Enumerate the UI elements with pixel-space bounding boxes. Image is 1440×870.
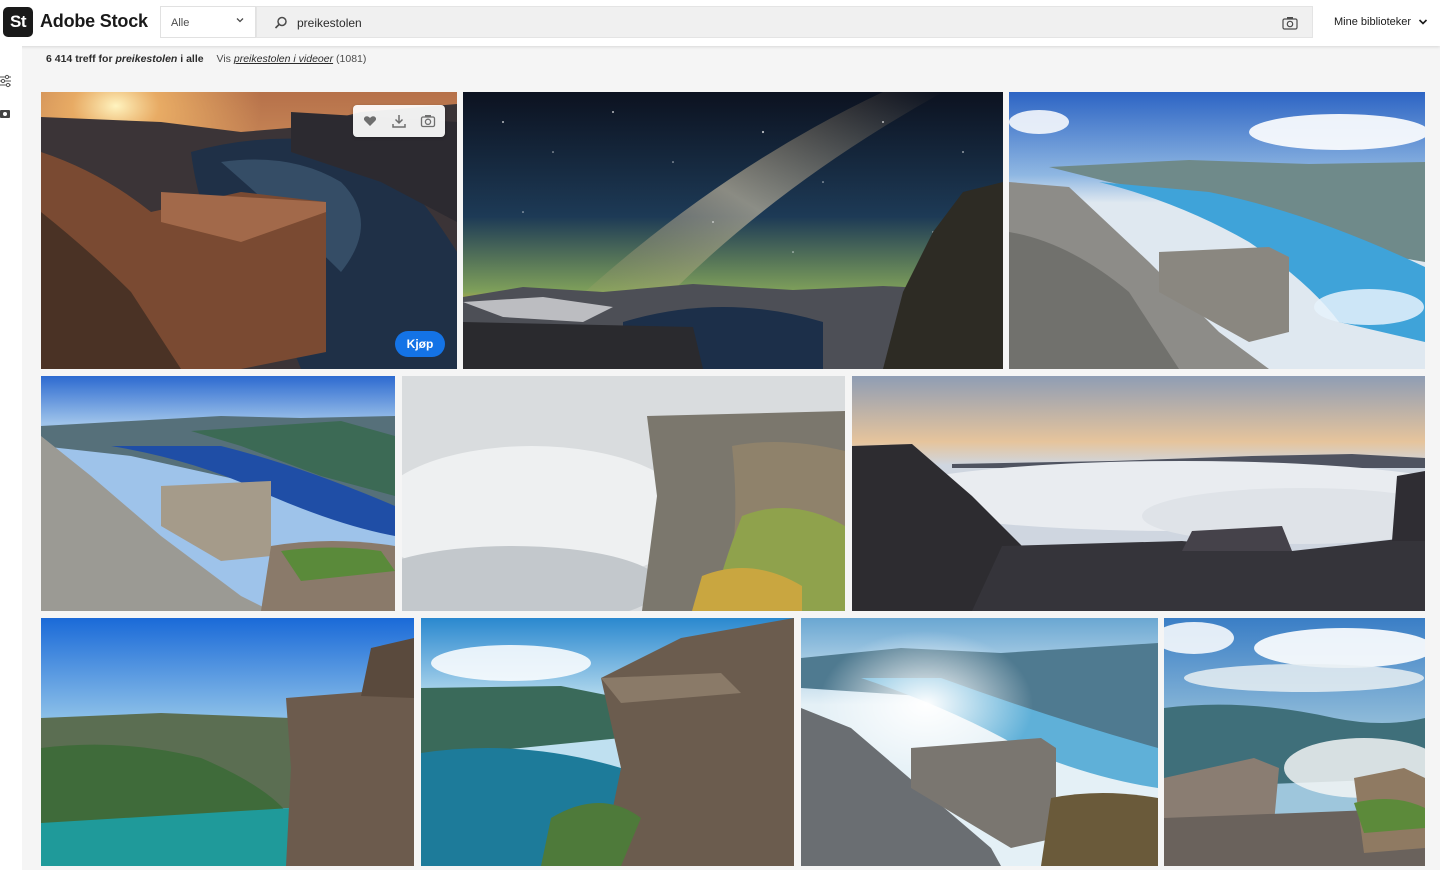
result-image-3[interactable] [1009,92,1425,369]
result-image-10[interactable] [1164,618,1425,866]
image-preview [463,92,1003,369]
result-image-2[interactable] [463,92,1003,369]
result-image-8[interactable] [421,618,794,866]
search-scope-label: Alle [171,17,190,29]
video-results-link[interactable]: preikestolen i videoer [234,53,333,65]
my-libraries-menu[interactable]: Mine biblioteker [1334,16,1428,28]
chevron-down-icon [1419,19,1428,25]
brand-name[interactable]: Adobe Stock [40,11,148,32]
search-bar [256,6,1313,38]
adobe-stock-logo[interactable]: St [3,7,33,37]
my-libraries-label: Mine biblioteker [1334,16,1412,28]
buy-button[interactable]: Kjøp [395,331,445,357]
top-header: St Adobe Stock Alle Mine biblioteker [0,0,1440,46]
camera-icon[interactable] [1282,16,1298,30]
download-icon[interactable] [391,113,407,129]
left-rail [0,46,22,870]
camera-icon[interactable] [0,108,11,119]
camera-icon[interactable] [420,113,436,129]
result-image-5[interactable] [402,376,845,611]
image-preview [402,376,845,611]
search-icon [274,16,287,29]
result-query: preikestolen [115,53,178,65]
image-preview [801,618,1158,866]
heart-icon[interactable] [362,113,378,129]
video-count: (1081) [336,53,367,65]
result-suffix: i alle [180,53,204,65]
result-image-9[interactable] [801,618,1158,866]
chevron-down-icon [236,18,244,23]
tile-actions [353,105,445,137]
search-input[interactable] [297,13,1197,33]
image-preview [1009,92,1425,369]
result-image-4[interactable] [41,376,395,611]
result-text: treff for [75,53,113,65]
video-results: Vis preikestolen i videoer (1081) [217,53,367,65]
filter-icon[interactable] [0,74,12,88]
search-scope-dropdown[interactable]: Alle [160,6,256,38]
video-prefix: Vis [216,53,231,65]
image-preview [1164,618,1425,866]
result-count: 6 414 [46,53,73,65]
image-preview [852,376,1425,611]
result-image-6[interactable] [852,376,1425,611]
result-image-7[interactable] [41,618,414,866]
result-summary: 6 414 treff for preikestolen i alle Vis … [46,53,366,65]
image-preview [41,618,414,866]
result-image-1[interactable]: Kjøp [41,92,457,369]
image-preview [421,618,794,866]
image-preview [41,376,395,611]
